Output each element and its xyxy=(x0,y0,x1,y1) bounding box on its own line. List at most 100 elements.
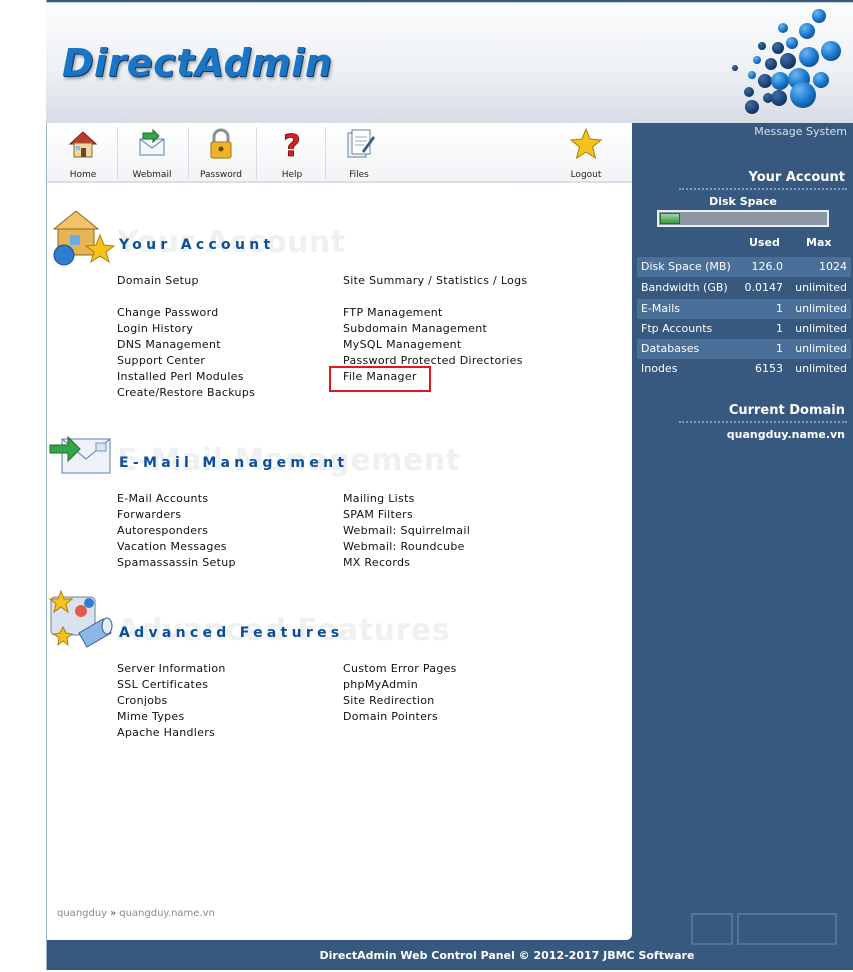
link-change-password[interactable]: Change Password xyxy=(117,306,219,319)
toolbar-webmail-button[interactable]: Webmail xyxy=(129,127,175,181)
section-title-your-account: Your Account xyxy=(119,237,275,253)
link-forwarders[interactable]: Forwarders xyxy=(117,508,181,521)
stat-used: 1 xyxy=(776,342,783,355)
directadmin-logo[interactable]: DirectAdmin xyxy=(62,41,332,85)
stat-max: unlimited xyxy=(795,281,847,294)
link-site-redirection[interactable]: Site Redirection xyxy=(343,694,435,707)
link-create-restore-backups[interactable]: Create/Restore Backups xyxy=(117,386,255,399)
stat-name: Bandwidth (GB) xyxy=(641,281,728,294)
toolbar-logout-button[interactable]: Logout xyxy=(566,127,606,181)
link-webmail-roundcube[interactable]: Webmail: Roundcube xyxy=(343,540,465,553)
toolbar-files-button[interactable]: Files xyxy=(339,127,379,181)
sidebar-your-account-title: Your Account xyxy=(748,170,845,185)
toolbar-webmail-label: Webmail xyxy=(132,170,172,180)
stat-used: 6153 xyxy=(755,362,783,375)
help-icon: ? xyxy=(283,129,301,161)
toolbar-separator xyxy=(117,127,118,179)
webmail-icon xyxy=(139,128,165,156)
files-icon xyxy=(347,129,375,158)
link-site-summary[interactable]: Site Summary / Statistics / Logs xyxy=(343,274,527,287)
link-spam-filters[interactable]: SPAM Filters xyxy=(343,508,413,521)
link-apache-handlers[interactable]: Apache Handlers xyxy=(117,726,215,739)
file-manager-highlight-box xyxy=(329,366,431,392)
breadcrumb-domain[interactable]: quangduy.name.vn xyxy=(119,908,215,919)
sidebar-current-domain-title: Current Domain xyxy=(728,403,845,418)
toolbar-separator xyxy=(325,127,326,179)
stats-row-emails: E-Mails 1 unlimited xyxy=(637,299,851,319)
stat-used: 1 xyxy=(776,302,783,315)
breadcrumb-user[interactable]: quangduy xyxy=(57,908,107,919)
link-dns-management[interactable]: DNS Management xyxy=(117,338,221,351)
link-mx-records[interactable]: MX Records xyxy=(343,556,410,569)
account-house-icon xyxy=(52,210,116,266)
toolbar-help-button[interactable]: ? Help xyxy=(272,127,312,181)
link-spamassassin-setup[interactable]: Spamassassin Setup xyxy=(117,556,236,569)
stats-row-ftp-accounts: Ftp Accounts 1 unlimited xyxy=(637,319,851,339)
link-server-information[interactable]: Server Information xyxy=(117,662,226,675)
link-custom-error-pages[interactable]: Custom Error Pages xyxy=(343,662,457,675)
stat-name: Disk Space (MB) xyxy=(641,260,731,273)
link-domain-pointers[interactable]: Domain Pointers xyxy=(343,710,438,723)
link-autoresponders[interactable]: Autoresponders xyxy=(117,524,208,537)
link-subdomain-management[interactable]: Subdomain Management xyxy=(343,322,487,335)
header: DirectAdmin xyxy=(46,2,853,123)
stat-max: unlimited xyxy=(795,302,847,315)
link-support-center[interactable]: Support Center xyxy=(117,354,205,367)
stat-used: 0.0147 xyxy=(744,281,784,294)
section-title-email-management: E-Mail Management xyxy=(119,455,349,471)
link-phpmyadmin[interactable]: phpMyAdmin xyxy=(343,678,418,691)
logo-dots-graphic xyxy=(732,9,841,114)
stats-col-max: Max xyxy=(806,236,832,249)
toolbar-password-label: Password xyxy=(199,170,243,180)
stat-used: 1 xyxy=(776,322,783,335)
svg-text:?: ? xyxy=(283,129,300,161)
main-panel: Home Webmail Password ? Help Files Logou… xyxy=(47,123,632,940)
disk-usage-bar-fill xyxy=(660,213,680,224)
toolbar-help-label: Help xyxy=(281,170,303,180)
stats-row-databases: Databases 1 unlimited xyxy=(637,339,851,359)
link-vacation-messages[interactable]: Vacation Messages xyxy=(117,540,227,553)
stats-header: Used Max xyxy=(635,236,851,252)
current-domain-value[interactable]: quangduy.name.vn xyxy=(727,428,845,441)
link-login-history[interactable]: Login History xyxy=(117,322,193,335)
stats-row-disk-space: Disk Space (MB) 126.0 1024 xyxy=(637,257,851,277)
link-mime-types[interactable]: Mime Types xyxy=(117,710,185,723)
lock-icon xyxy=(210,128,232,159)
message-system-link[interactable]: Message System xyxy=(754,125,847,138)
link-mysql-management[interactable]: MySQL Management xyxy=(343,338,462,351)
link-webmail-squirrelmail[interactable]: Webmail: Squirrelmail xyxy=(343,524,470,537)
advanced-features-icon xyxy=(49,589,113,648)
sidebar-divider xyxy=(679,421,847,423)
footer-copyright: DirectAdmin Web Control Panel © 2012-201… xyxy=(319,949,695,962)
stat-max: unlimited xyxy=(795,342,847,355)
link-email-accounts[interactable]: E-Mail Accounts xyxy=(117,492,208,505)
disk-usage-bar xyxy=(657,210,829,227)
stat-max: unlimited xyxy=(795,362,847,375)
toolbar-separator xyxy=(256,127,257,179)
disk-space-label: Disk Space xyxy=(709,195,777,208)
toolbar-files-label: Files xyxy=(349,170,369,180)
link-domain-setup[interactable]: Domain Setup xyxy=(117,274,199,287)
stat-name: E-Mails xyxy=(641,302,680,315)
stat-name: Databases xyxy=(641,342,700,355)
link-ftp-management[interactable]: FTP Management xyxy=(343,306,443,319)
breadcrumb: quangduy» quangduy.name.vn xyxy=(57,908,215,919)
link-mailing-lists[interactable]: Mailing Lists xyxy=(343,492,415,505)
link-installed-perl-modules[interactable]: Installed Perl Modules xyxy=(117,370,244,383)
toolbar-separator xyxy=(188,127,189,179)
sidebar: Message System Your Account Disk Space U… xyxy=(635,123,853,940)
star-icon xyxy=(569,127,603,160)
toolbar: Home Webmail Password ? Help Files Logou… xyxy=(47,123,632,183)
stat-used: 126.0 xyxy=(751,260,784,273)
stat-max: unlimited xyxy=(795,322,847,335)
link-cronjobs[interactable]: Cronjobs xyxy=(117,694,168,707)
stat-max: 1024 xyxy=(819,260,847,273)
toolbar-home-button[interactable]: Home xyxy=(63,127,103,181)
link-ssl-certificates[interactable]: SSL Certificates xyxy=(117,678,208,691)
email-icon xyxy=(49,435,111,474)
stat-name: Ftp Accounts xyxy=(641,322,713,335)
sidebar-divider xyxy=(679,188,847,190)
toolbar-home-label: Home xyxy=(69,170,97,180)
toolbar-password-button[interactable]: Password xyxy=(198,127,244,181)
stats-row-bandwidth: Bandwidth (GB) 0.0147 unlimited xyxy=(637,278,851,298)
